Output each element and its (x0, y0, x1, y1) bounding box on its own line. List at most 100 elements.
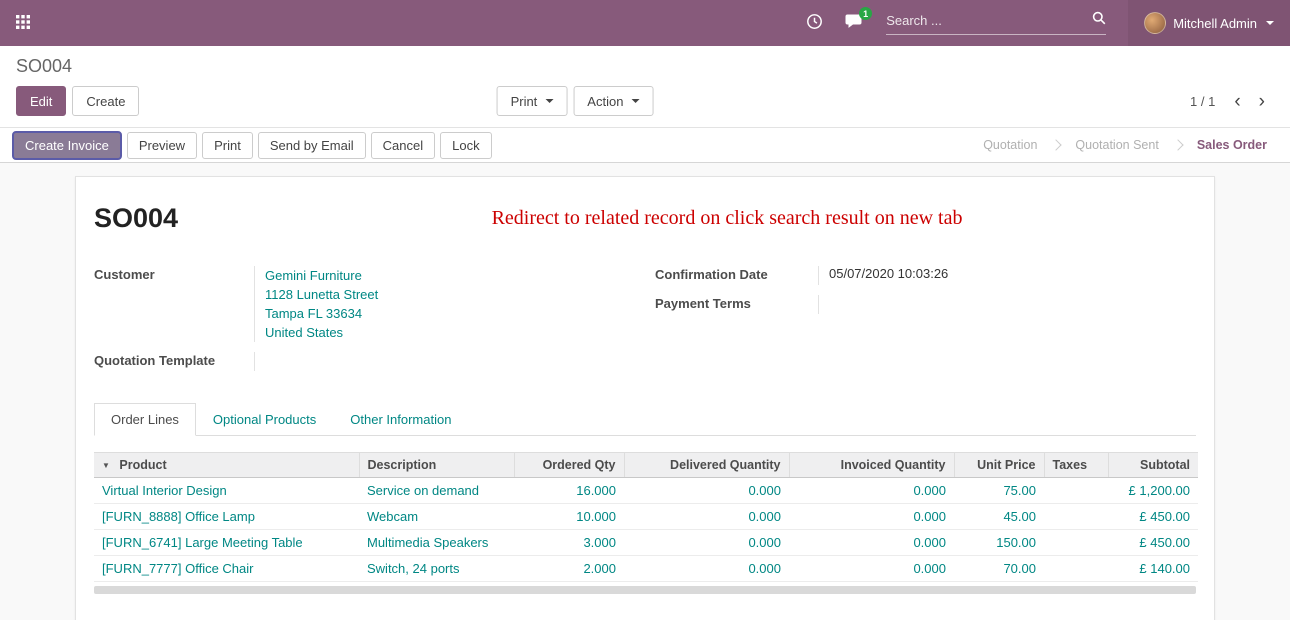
activities-button[interactable] (806, 13, 823, 33)
cell-ordered-qty[interactable]: 16.000 (514, 478, 624, 504)
cell-description[interactable]: Switch, 24 ports (359, 556, 514, 582)
search-icon[interactable] (1092, 11, 1106, 30)
column-header-subtotal[interactable]: Subtotal (1108, 453, 1198, 478)
cell-taxes[interactable] (1044, 478, 1108, 504)
column-header-taxes[interactable]: Taxes (1044, 453, 1108, 478)
cell-taxes[interactable] (1044, 556, 1108, 582)
create-button[interactable]: Create (72, 86, 139, 116)
confirmation-date-value: 05/07/2020 10:03:26 (818, 266, 1196, 285)
edit-button[interactable]: Edit (16, 86, 66, 116)
pager-previous-button[interactable]: ‹ (1225, 92, 1249, 111)
cell-ordered-qty[interactable]: 3.000 (514, 530, 624, 556)
cell-description[interactable]: Multimedia Speakers (359, 530, 514, 556)
statusbar: Create Invoice Preview Print Send by Ema… (0, 127, 1290, 163)
confirmation-date-label: Confirmation Date (655, 266, 818, 285)
cell-subtotal[interactable]: £ 450.00 (1108, 530, 1198, 556)
column-header-description[interactable]: Description (359, 453, 514, 478)
cell-product[interactable]: Virtual Interior Design (94, 478, 359, 504)
cell-unit-price[interactable]: 45.00 (954, 504, 1044, 530)
cell-subtotal[interactable]: £ 140.00 (1108, 556, 1198, 582)
send-by-email-button[interactable]: Send by Email (258, 132, 366, 159)
quotation-template-label: Quotation Template (94, 352, 254, 371)
preview-button[interactable]: Preview (127, 132, 197, 159)
lock-button[interactable]: Lock (440, 132, 491, 159)
right-field-group: Confirmation Date 05/07/2020 10:03:26 Pa… (645, 266, 1196, 371)
messages-button[interactable]: 1 (845, 13, 864, 33)
create-invoice-button[interactable]: Create Invoice (12, 131, 122, 160)
search-input[interactable] (886, 13, 1092, 28)
customer-country: United States (265, 323, 645, 342)
order-lines-table: ▼ Product Description Ordered Qty Delive… (94, 452, 1198, 582)
column-header-product[interactable]: ▼ Product (94, 453, 359, 478)
caret-down-icon (1266, 21, 1274, 25)
quotation-template-value (254, 352, 645, 371)
record-title: SO004 (94, 203, 178, 234)
cell-invoiced-qty[interactable]: 0.000 (789, 556, 954, 582)
cell-product[interactable]: [FURN_7777] Office Chair (94, 556, 359, 582)
cell-taxes[interactable] (1044, 504, 1108, 530)
customer-link[interactable]: Gemini Furniture 1128 Lunetta Street Tam… (254, 266, 645, 342)
cell-invoiced-qty[interactable]: 0.000 (789, 530, 954, 556)
column-toggle-icon[interactable]: ▼ (102, 461, 110, 470)
cell-ordered-qty[interactable]: 2.000 (514, 556, 624, 582)
control-panel: SO004 Edit Create Print Action 1 / 1 ‹ › (0, 46, 1290, 127)
global-search (886, 11, 1106, 35)
tab-order-lines[interactable]: Order Lines (94, 403, 196, 436)
print-button[interactable]: Print (202, 132, 253, 159)
cell-unit-price[interactable]: 70.00 (954, 556, 1044, 582)
column-header-product-label: Product (119, 458, 166, 472)
status-quotation[interactable]: Quotation (970, 138, 1050, 152)
clock-icon (806, 13, 823, 33)
avatar (1144, 12, 1166, 34)
form-sheet: SO004 Redirect to related record on clic… (75, 176, 1215, 620)
cell-product[interactable]: [FURN_6741] Large Meeting Table (94, 530, 359, 556)
apps-menu-button[interactable] (16, 15, 30, 32)
cell-delivered-qty[interactable]: 0.000 (624, 478, 789, 504)
cell-invoiced-qty[interactable]: 0.000 (789, 478, 954, 504)
table-header-row: ▼ Product Description Ordered Qty Delive… (94, 453, 1198, 478)
cell-unit-price[interactable]: 150.00 (954, 530, 1044, 556)
action-dropdown[interactable]: Action (573, 86, 653, 116)
cell-description[interactable]: Service on demand (359, 478, 514, 504)
tab-optional-products[interactable]: Optional Products (196, 403, 333, 436)
cell-taxes[interactable] (1044, 530, 1108, 556)
print-dropdown[interactable]: Print (497, 86, 568, 116)
cell-unit-price[interactable]: 75.00 (954, 478, 1044, 504)
apps-grid-icon (16, 15, 30, 32)
customer-street: 1128 Lunetta Street (265, 285, 645, 304)
column-header-unit-price[interactable]: Unit Price (954, 453, 1044, 478)
cancel-button[interactable]: Cancel (371, 132, 435, 159)
cell-subtotal[interactable]: £ 450.00 (1108, 504, 1198, 530)
payment-terms-value (818, 295, 1196, 314)
pager-counter: 1 / 1 (1190, 94, 1215, 109)
cell-subtotal[interactable]: £ 1,200.00 (1108, 478, 1198, 504)
column-header-delivered-quantity[interactable]: Delivered Quantity (624, 453, 789, 478)
messages-count-badge: 1 (859, 7, 872, 20)
customer-city: Tampa FL 33634 (265, 304, 645, 323)
column-header-invoiced-quantity[interactable]: Invoiced Quantity (789, 453, 954, 478)
table-row[interactable]: [FURN_7777] Office Chair Switch, 24 port… (94, 556, 1198, 582)
user-menu[interactable]: Mitchell Admin (1128, 0, 1290, 46)
status-arrow-icon (1051, 139, 1062, 150)
print-dropdown-label: Print (511, 94, 538, 109)
cell-ordered-qty[interactable]: 10.000 (514, 504, 624, 530)
status-sales-order[interactable]: Sales Order (1184, 138, 1280, 152)
table-horizontal-scrollbar[interactable] (94, 586, 1196, 594)
cell-delivered-qty[interactable]: 0.000 (624, 504, 789, 530)
status-quotation-sent[interactable]: Quotation Sent (1062, 138, 1171, 152)
cell-delivered-qty[interactable]: 0.000 (624, 556, 789, 582)
tab-other-information[interactable]: Other Information (333, 403, 468, 436)
cell-invoiced-qty[interactable]: 0.000 (789, 504, 954, 530)
table-row[interactable]: [FURN_8888] Office Lamp Webcam 10.000 0.… (94, 504, 1198, 530)
form-view-background: SO004 Redirect to related record on clic… (0, 163, 1290, 620)
cell-product[interactable]: [FURN_8888] Office Lamp (94, 504, 359, 530)
notebook-tabs: Order Lines Optional Products Other Info… (94, 403, 1196, 436)
pager-next-button[interactable]: › (1250, 92, 1274, 111)
cell-delivered-qty[interactable]: 0.000 (624, 530, 789, 556)
cell-description[interactable]: Webcam (359, 504, 514, 530)
table-row[interactable]: Virtual Interior Design Service on deman… (94, 478, 1198, 504)
caret-down-icon (631, 99, 639, 103)
table-row[interactable]: [FURN_6741] Large Meeting Table Multimed… (94, 530, 1198, 556)
customer-name: Gemini Furniture (265, 266, 645, 285)
column-header-ordered-qty[interactable]: Ordered Qty (514, 453, 624, 478)
